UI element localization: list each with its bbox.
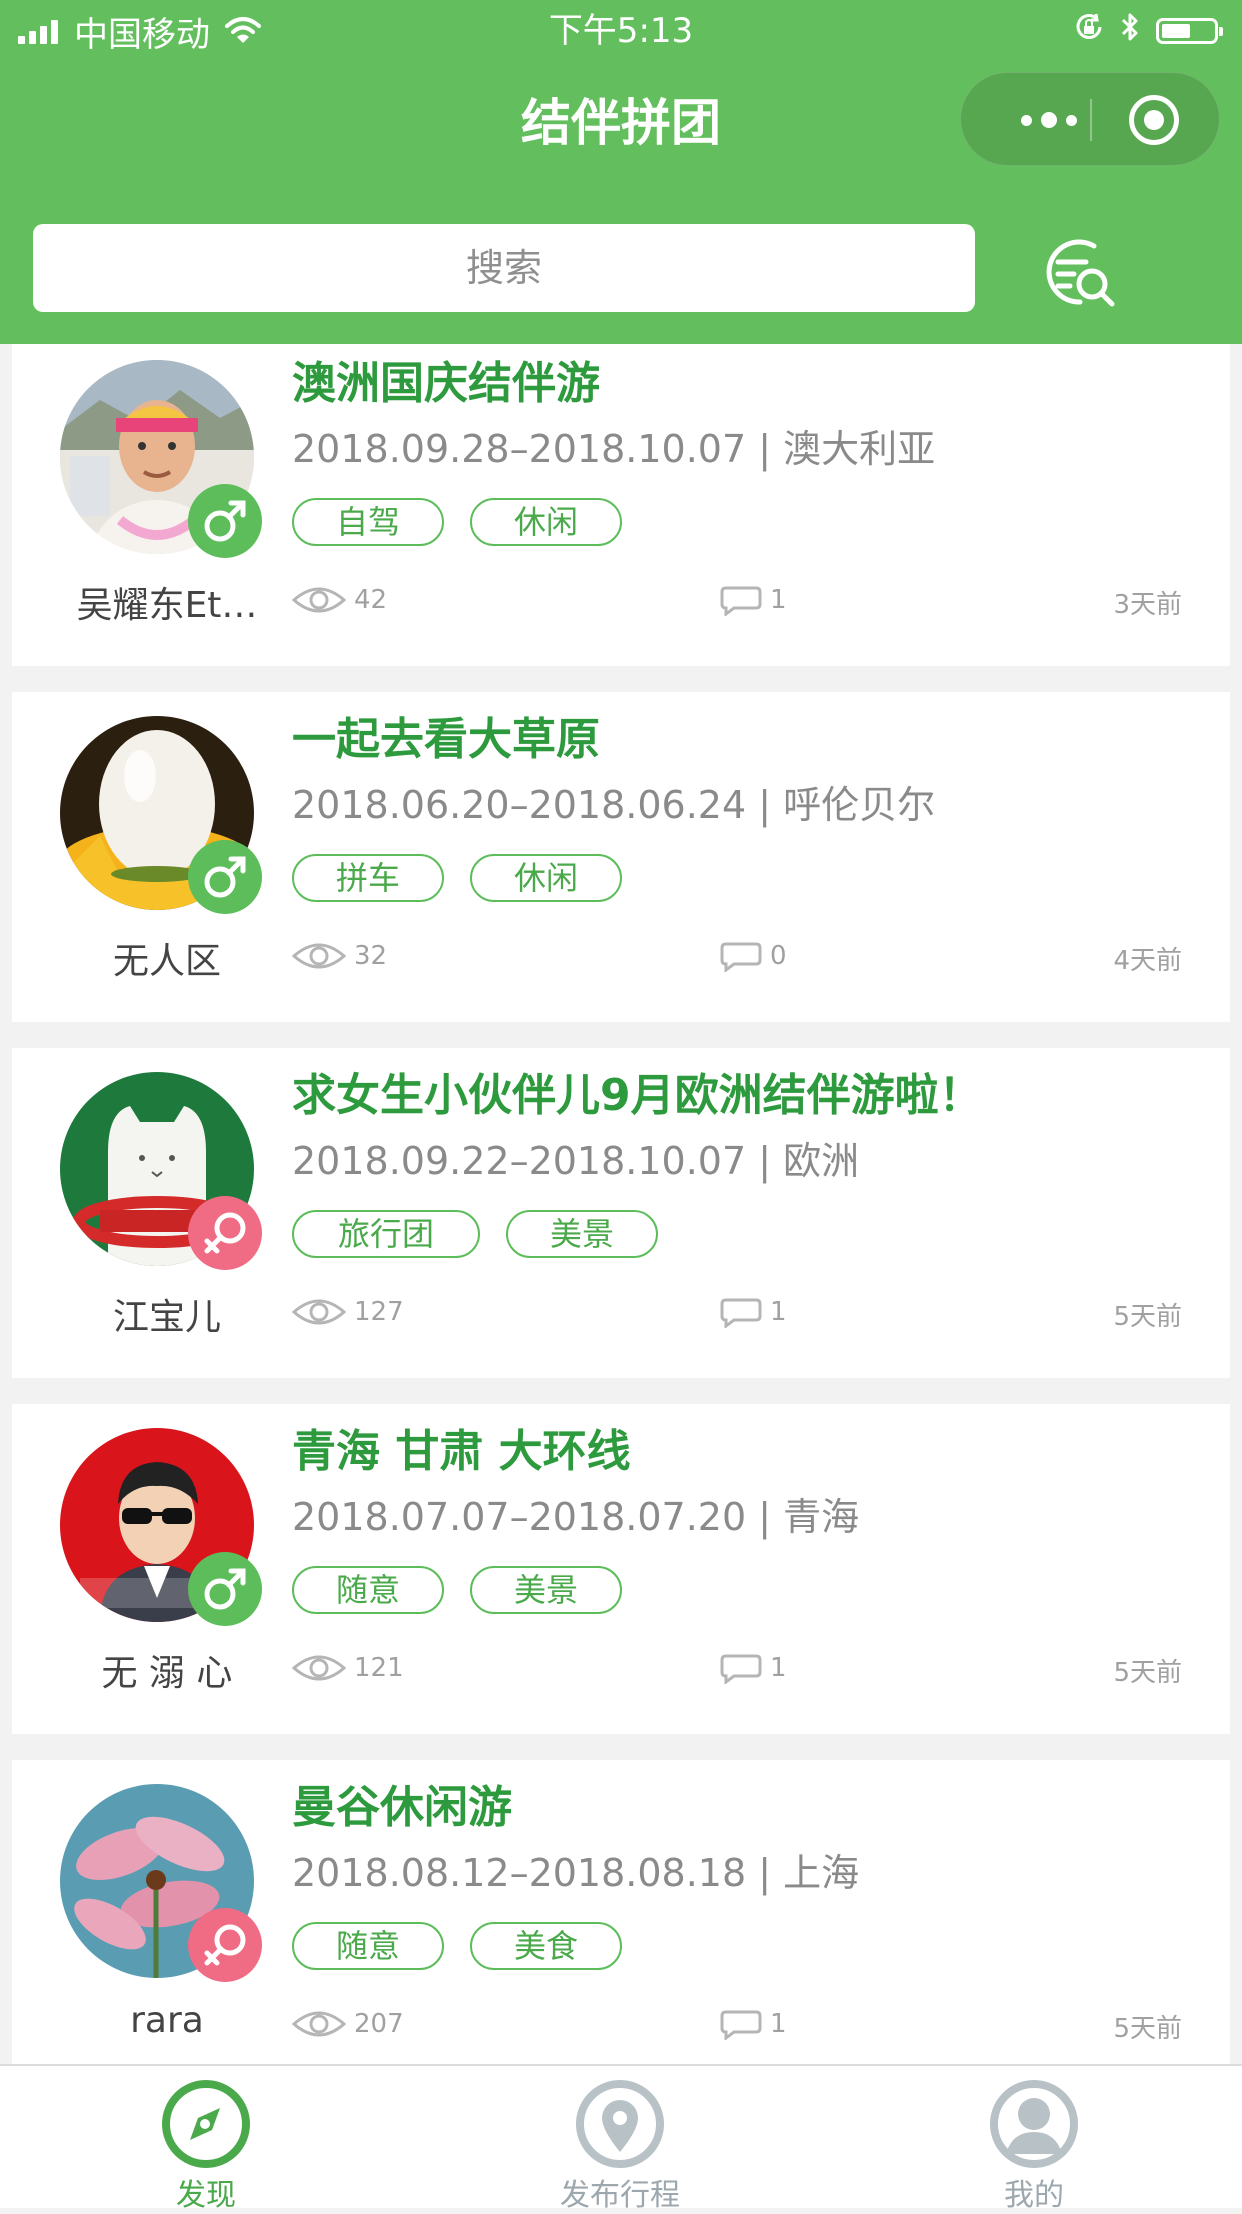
comment-icon xyxy=(720,1298,762,1328)
trip-list: 吴耀东Et… 澳洲国庆结伴游 2018.09.28–2018.10.07 | 澳… xyxy=(0,344,1242,2064)
eye-icon xyxy=(292,1299,346,1325)
tab-discover[interactable]: 发现 xyxy=(56,2066,356,2213)
female-gender-icon xyxy=(188,1908,262,1982)
view-count: 32 xyxy=(292,940,387,972)
bluetooth-icon xyxy=(1120,11,1140,52)
trip-date-location: 2018.07.07–2018.07.20 | 青海 xyxy=(292,1495,860,1539)
status-time: 下午5:13 xyxy=(548,11,694,51)
eye-icon xyxy=(292,1655,346,1681)
header: 中国移动 下午5:13 结伴拼团 搜索 xyxy=(0,0,1242,344)
trip-date-location: 2018.09.22–2018.10.07 | 欧洲 xyxy=(292,1139,860,1183)
compass-icon xyxy=(162,2080,250,2168)
comment-icon xyxy=(720,2010,762,2040)
female-gender-icon xyxy=(188,1196,262,1270)
trip-date-location: 2018.06.20–2018.06.24 | 呼伦贝尔 xyxy=(292,783,936,827)
trip-title[interactable]: 曼谷休闲游 xyxy=(292,1778,1192,1838)
trip-tag: 美景 xyxy=(470,1566,622,1614)
rotation-lock-icon xyxy=(1074,11,1104,51)
trip-tag: 美食 xyxy=(470,1922,622,1970)
trip-title[interactable]: 一起去看大草原 xyxy=(292,710,1192,770)
comment-icon xyxy=(720,586,762,616)
trip-title[interactable]: 澳洲国庆结伴游 xyxy=(292,354,1192,414)
tab-mine[interactable]: 我的 xyxy=(884,2066,1184,2213)
tab-label: 发现 xyxy=(176,2178,236,2213)
username[interactable]: 无 溺 心 xyxy=(32,1644,302,1696)
time-ago: 5天前 xyxy=(1113,1658,1182,1688)
time-ago: 3天前 xyxy=(1113,590,1182,620)
comment-count: 1 xyxy=(720,1652,787,1684)
time-ago: 4天前 xyxy=(1113,946,1182,976)
trip-tag: 休闲 xyxy=(470,498,622,546)
username[interactable]: 吴耀东Et… xyxy=(32,576,302,628)
trip-tag: 美景 xyxy=(506,1210,658,1258)
mini-program-capsule xyxy=(960,72,1220,166)
eye-icon xyxy=(292,943,346,969)
time-ago: 5天前 xyxy=(1113,1302,1182,1332)
eye-icon xyxy=(292,587,346,613)
trip-tag: 自驾 xyxy=(292,498,444,546)
trip-tag: 拼车 xyxy=(292,854,444,902)
username[interactable]: 江宝儿 xyxy=(32,1288,302,1340)
comment-count: 0 xyxy=(720,940,787,972)
username[interactable]: 无人区 xyxy=(32,932,302,984)
status-bar: 中国移动 下午5:13 xyxy=(0,0,1242,62)
tab-label: 我的 xyxy=(1004,2178,1064,2213)
comment-count: 1 xyxy=(720,584,787,616)
male-gender-icon xyxy=(188,484,262,558)
view-count: 127 xyxy=(292,1296,404,1328)
search-input[interactable] xyxy=(33,224,975,312)
trip-date-location: 2018.08.12–2018.08.18 | 上海 xyxy=(292,1851,860,1895)
trip-tag: 随意 xyxy=(292,1566,444,1614)
time-ago: 5天前 xyxy=(1113,2014,1182,2044)
username[interactable]: rara xyxy=(32,2000,302,2041)
eye-icon xyxy=(292,2011,346,2037)
tab-label: 发布行程 xyxy=(560,2178,680,2213)
comment-count: 1 xyxy=(720,2008,787,2040)
search-filter-icon[interactable] xyxy=(1040,232,1122,314)
trip-tag: 休闲 xyxy=(470,854,622,902)
trip-title[interactable]: 求女生小伙伴儿9月欧洲结伴游啦！ xyxy=(292,1066,1192,1126)
trip-title[interactable]: 青海 甘肃 大环线 xyxy=(292,1422,1192,1482)
comment-icon xyxy=(720,1654,762,1684)
trip-card[interactable]: 江宝儿 求女生小伙伴儿9月欧洲结伴游啦！ 2018.09.22–2018.10.… xyxy=(12,1048,1230,1378)
trip-card[interactable]: 无 溺 心 青海 甘肃 大环线 2018.07.07–2018.07.20 | … xyxy=(12,1404,1230,1734)
trip-date-location: 2018.09.28–2018.10.07 | 澳大利亚 xyxy=(292,427,936,471)
tab-publish-trip[interactable]: 发布行程 xyxy=(470,2066,770,2213)
view-count: 207 xyxy=(292,2008,404,2040)
male-gender-icon xyxy=(188,1552,262,1626)
target-close-icon[interactable] xyxy=(1129,95,1179,145)
comment-count: 1 xyxy=(720,1296,787,1328)
trip-card[interactable]: 吴耀东Et… 澳洲国庆结伴游 2018.09.28–2018.10.07 | 澳… xyxy=(12,344,1230,666)
trip-card[interactable]: 无人区 一起去看大草原 2018.06.20–2018.06.24 | 呼伦贝尔… xyxy=(12,692,1230,1022)
trip-tag: 旅行团 xyxy=(292,1210,480,1258)
location-pin-icon xyxy=(576,2080,664,2168)
more-dots-icon[interactable] xyxy=(999,95,1099,145)
view-count: 42 xyxy=(292,584,387,616)
comment-icon xyxy=(720,942,762,972)
tab-bar: 发现 发布行程 我的 xyxy=(0,2064,1242,2213)
male-gender-icon xyxy=(188,840,262,914)
capsule-divider xyxy=(1090,99,1092,141)
battery-icon xyxy=(1156,18,1223,44)
trip-card[interactable]: rara 曼谷休闲游 2018.08.12–2018.08.18 | 上海 随意… xyxy=(12,1760,1230,2064)
trip-tag: 随意 xyxy=(292,1922,444,1970)
view-count: 121 xyxy=(292,1652,404,1684)
user-profile-icon xyxy=(990,2080,1078,2168)
